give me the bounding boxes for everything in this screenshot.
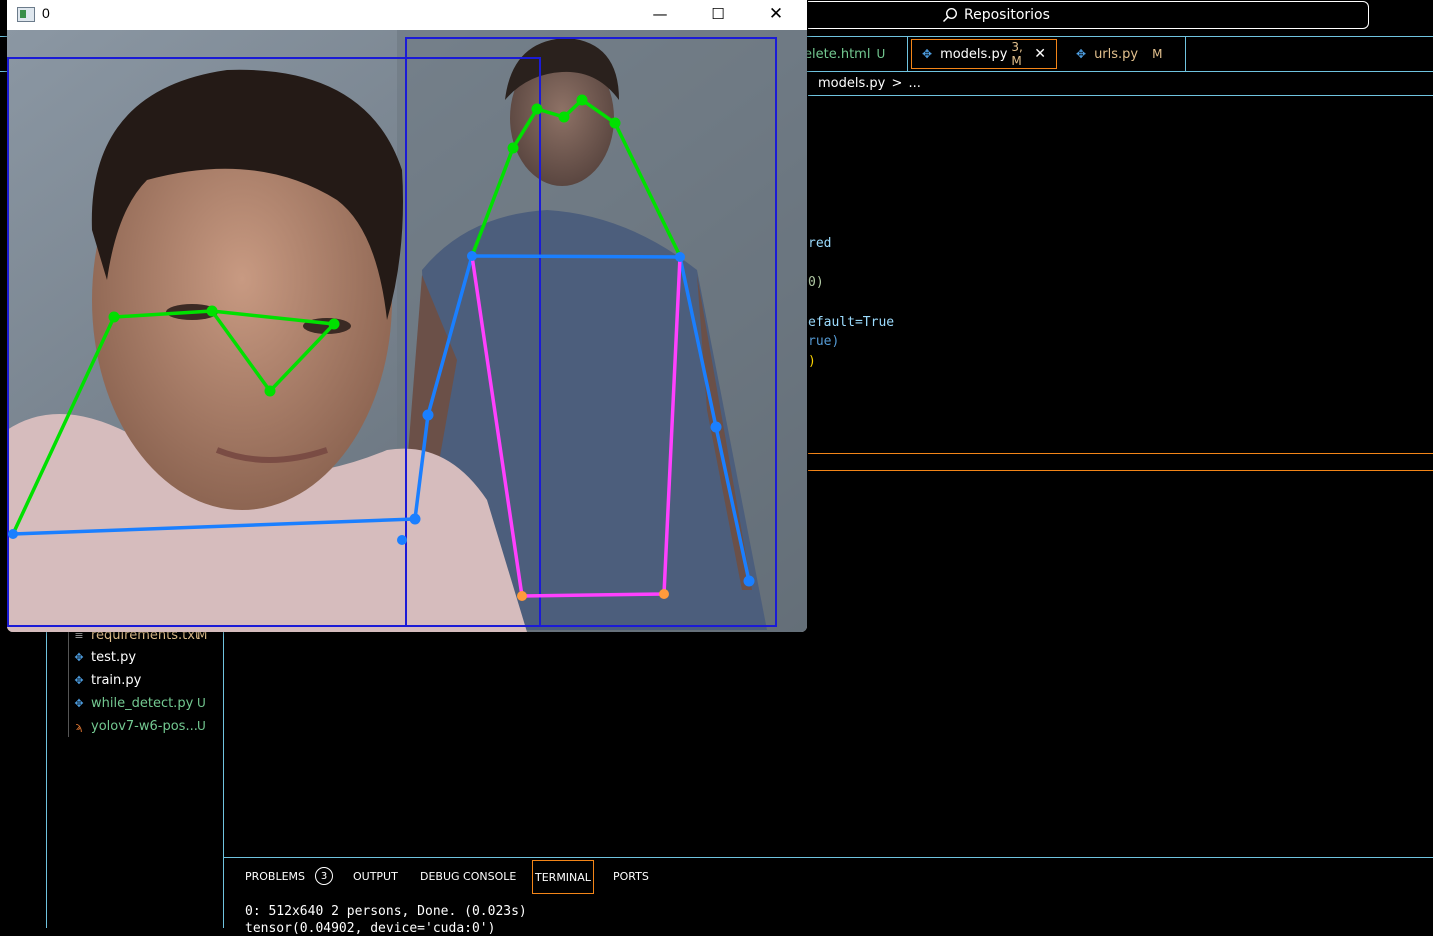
tab-label: PROBLEMS [245, 869, 306, 883]
explorer-item-while-detect[interactable]: ✥ while_detect.py U [72, 693, 222, 713]
keypoint [422, 409, 434, 421]
problems-count-badge: 3 [315, 867, 334, 885]
tab-label: PORTS [613, 869, 649, 883]
shoulder-line [471, 254, 681, 259]
keypoint [397, 535, 407, 545]
opencv-title-bar[interactable]: 0 — ☐ ✕ [7, 0, 807, 30]
tab-label: OUTPUT [353, 869, 398, 883]
tab-status: M [1152, 47, 1163, 61]
keypoint [743, 575, 755, 587]
breadcrumb[interactable]: models.py > ... [818, 76, 921, 91]
close-icon[interactable]: ✕ [1034, 46, 1046, 62]
code-fragment: efault=True [808, 315, 895, 330]
opencv-window[interactable]: 0 — ☐ ✕ [7, 0, 807, 632]
tab-ports[interactable]: PORTS [613, 860, 649, 892]
explorer-item-yolov7-weights[interactable]: ϡ yolov7-w6-pos... U [72, 716, 222, 736]
file-status: U [197, 719, 206, 733]
search-icon [942, 7, 958, 23]
code-fragment: 0) [808, 275, 824, 290]
divider [808, 95, 1433, 96]
tab-label: elete.html [804, 46, 871, 62]
minimize-button[interactable]: — [631, 0, 689, 28]
code-fragment: ) [808, 354, 816, 369]
keypoint [507, 142, 519, 154]
file-status: U [197, 696, 206, 710]
tab-status: 3, M [1011, 40, 1023, 68]
tab-debug-console[interactable]: DEBUG CONSOLE [420, 860, 516, 892]
terminal-line: 0: 512x640 2 persons, Done. (0.023s) [245, 904, 527, 919]
python-icon: ✥ [74, 650, 84, 664]
command-center-search[interactable]: Repositorios [808, 1, 1369, 29]
keypoint [576, 94, 588, 106]
tab-label: urls.py [1094, 46, 1139, 62]
keypoint [710, 421, 722, 433]
chevron-right-icon: > [891, 76, 903, 91]
tab-problems[interactable]: PROBLEMS 3 [245, 860, 334, 892]
terminal-line: tensor(0.04902, device='cuda:0') [245, 921, 496, 936]
python-icon: ✥ [1076, 47, 1087, 61]
close-button[interactable]: ✕ [747, 0, 805, 28]
keypoint [531, 103, 543, 115]
keypoint [108, 311, 120, 323]
tab-terminal[interactable]: TERMINAL [532, 860, 594, 894]
tab-label: DEBUG CONSOLE [420, 869, 517, 883]
keypoint [675, 252, 685, 262]
keypoint [8, 529, 18, 539]
python-icon: ✥ [74, 673, 84, 687]
rss-icon: ϡ [75, 719, 83, 733]
keypoint [609, 117, 621, 129]
breadcrumb-more[interactable]: ... [909, 76, 921, 91]
breadcrumb-file[interactable]: models.py [818, 76, 885, 91]
tree-guide [68, 632, 69, 737]
tab-label: TERMINAL [535, 870, 591, 884]
tab-status: U [876, 47, 886, 61]
keypoint [206, 305, 218, 317]
search-label: Repositorios [964, 7, 1050, 23]
window-title: 0 [42, 5, 50, 21]
keypoint [264, 385, 276, 397]
keypoint [558, 111, 570, 123]
file-name: test.py [91, 649, 137, 665]
python-icon: ✥ [922, 47, 933, 61]
tab-models-py[interactable]: ✥ models.py 3, M ✕ [911, 39, 1057, 69]
file-name: train.py [91, 672, 142, 688]
tab-label: models.py [940, 46, 1008, 62]
file-name: while_detect.py [91, 695, 194, 711]
explorer-item-train[interactable]: ✥ train.py [72, 670, 222, 690]
divider [808, 453, 1433, 454]
keypoint [659, 589, 669, 599]
code-fragment: rue) [808, 334, 840, 349]
sidebar-border [223, 632, 224, 928]
divider [808, 470, 1433, 471]
file-name: yolov7-w6-pos... [91, 718, 198, 734]
python-icon: ✥ [74, 696, 84, 710]
app-icon [17, 7, 35, 22]
tab-output[interactable]: OUTPUT [353, 860, 398, 892]
keypoint [467, 251, 477, 261]
keypoint [517, 591, 527, 601]
code-fragment: red [808, 236, 832, 251]
maximize-button[interactable]: ☐ [689, 0, 747, 28]
tab-delete-html[interactable]: elete.html U [790, 37, 908, 71]
explorer-item-test[interactable]: ✥ test.py [72, 647, 222, 667]
sidebar-border [46, 632, 47, 928]
panel-border [224, 857, 1433, 858]
keypoint [328, 318, 340, 330]
pose-detection-frame [7, 30, 807, 632]
tab-urls-py[interactable]: ✥ urls.py M [1060, 37, 1186, 71]
